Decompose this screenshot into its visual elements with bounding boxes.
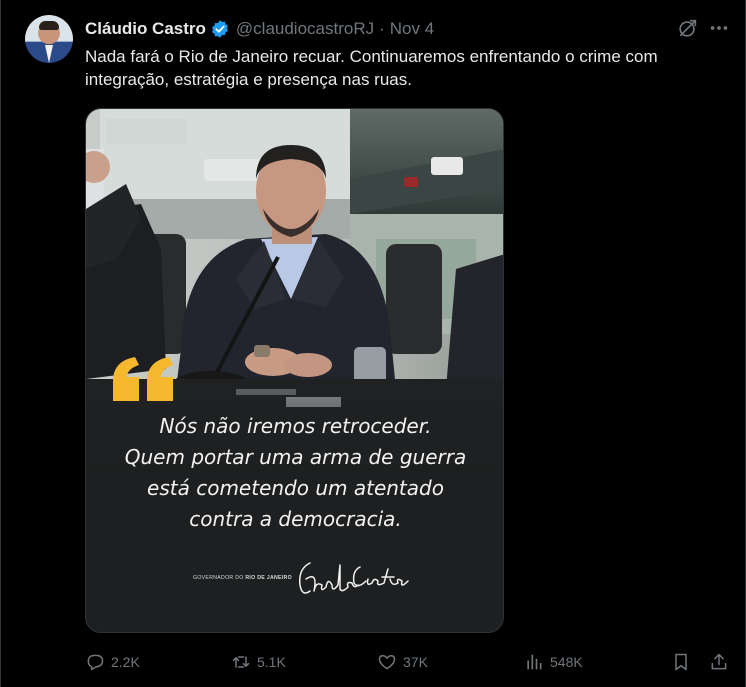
quote-line: contra a democracia. bbox=[189, 507, 402, 531]
more-icon[interactable] bbox=[708, 17, 730, 39]
views-icon bbox=[527, 654, 542, 670]
reply-button[interactable]: 2.2K bbox=[85, 650, 140, 674]
like-icon bbox=[378, 655, 396, 670]
timestamp[interactable]: Nov 4 bbox=[390, 19, 434, 39]
quote-line: Quem portar uma arma de guerra bbox=[124, 445, 467, 469]
views-button[interactable]: 548K bbox=[524, 650, 583, 674]
tweet-header: Cláudio Castro @claudiocastroRJ · Nov 4 bbox=[85, 18, 434, 40]
reply-count: 2.2K bbox=[111, 654, 140, 670]
quote-mark-icon bbox=[113, 357, 173, 401]
views-count: 548K bbox=[550, 654, 583, 670]
display-name[interactable]: Cláudio Castro bbox=[85, 19, 206, 39]
reply-icon bbox=[87, 654, 104, 671]
share-icon bbox=[711, 653, 727, 670]
bookmark-button[interactable] bbox=[671, 650, 691, 674]
avatar[interactable] bbox=[25, 15, 73, 63]
repost-count: 5.1K bbox=[257, 654, 286, 670]
repost-icon bbox=[232, 656, 250, 668]
governor-caption: GOVERNADOR DO RIO DE JANEIRO bbox=[193, 575, 292, 581]
repost-button[interactable]: 5.1K bbox=[231, 650, 286, 674]
grok-icon[interactable] bbox=[677, 17, 699, 39]
handwritten-signature bbox=[298, 562, 409, 594]
tweet-media-image[interactable]: Nós não iremos retroceder. Quem portar u… bbox=[85, 108, 504, 633]
like-button[interactable]: 37K bbox=[377, 650, 428, 674]
quote-text: Nós não iremos retroceder. Quem portar u… bbox=[86, 411, 503, 535]
quote-line: está cometendo um atentado bbox=[147, 476, 444, 500]
quote-line: Nós não iremos retroceder. bbox=[159, 414, 432, 438]
verified-icon bbox=[211, 20, 228, 38]
tweet-actions: 2.2K 5.1K 37K 548K bbox=[85, 650, 735, 674]
separator-dot: · bbox=[379, 19, 385, 38]
tweet-text: Nada fará o Rio de Janeiro recuar. Conti… bbox=[85, 47, 658, 89]
share-button[interactable] bbox=[709, 650, 729, 674]
bookmark-icon bbox=[675, 653, 687, 671]
handle[interactable]: @claudiocastroRJ bbox=[236, 19, 374, 39]
signature-block: GOVERNADOR DO RIO DE JANEIRO bbox=[193, 555, 414, 601]
like-count: 37K bbox=[403, 654, 428, 670]
tweet-article[interactable]: Cláudio Castro @claudiocastroRJ · Nov 4 … bbox=[0, 0, 746, 687]
